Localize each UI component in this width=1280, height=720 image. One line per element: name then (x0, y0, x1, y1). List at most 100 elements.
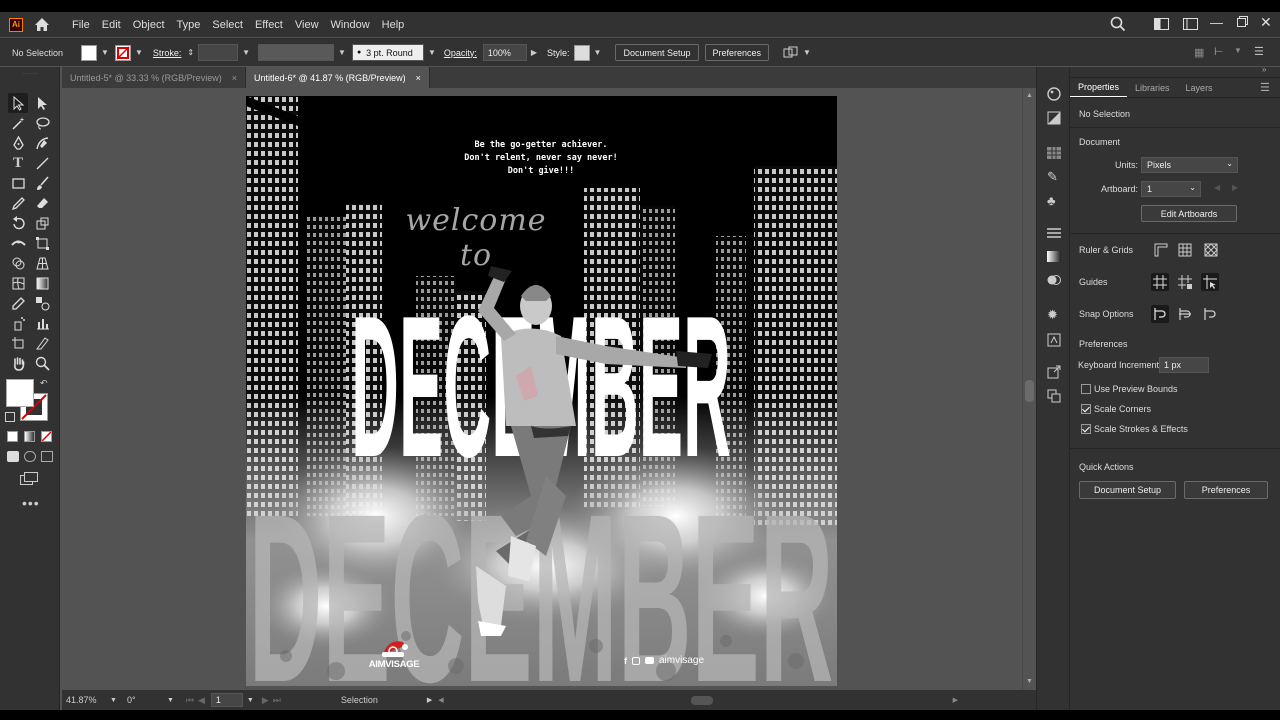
draw-inside-icon[interactable] (41, 451, 53, 462)
workspace-icon[interactable] (1183, 18, 1198, 33)
artboard-dropdown[interactable]: 1 ⌄ (1141, 181, 1201, 197)
opacity-label[interactable]: Opacity: (444, 48, 477, 58)
last-artboard-icon[interactable]: ⏭ (273, 695, 281, 706)
chevron-down-icon[interactable]: ▼ (594, 48, 602, 57)
close-window-icon[interactable]: ✕ (1260, 14, 1272, 31)
gradient-mode-icon[interactable] (24, 431, 35, 442)
none-mode-icon[interactable] (41, 431, 52, 442)
menu-window[interactable]: Window (325, 19, 376, 31)
artboard-number[interactable]: 1 (210, 693, 243, 707)
scroll-left-icon[interactable]: ◀ (438, 696, 443, 704)
stroke-panel-icon[interactable] (1047, 227, 1061, 242)
export-icon[interactable] (1047, 365, 1061, 382)
blend-tool-icon[interactable] (32, 293, 52, 313)
stroke-label[interactable]: Stroke: (153, 48, 182, 58)
chevron-down-icon[interactable]: ▼ (167, 697, 174, 704)
quick-document-setup-button[interactable]: Document Setup (1079, 481, 1176, 499)
eyedropper-tool-icon[interactable] (8, 293, 28, 313)
appearance-icon[interactable]: ✹ (1047, 307, 1058, 323)
rectangle-tool-icon[interactable] (8, 173, 28, 193)
chevron-down-icon[interactable]: ▼ (428, 48, 436, 57)
chevron-right-icon[interactable]: ▶ (531, 48, 537, 57)
scroll-up-icon[interactable]: ▲ (1026, 92, 1033, 99)
perspective-grid-tool-icon[interactable] (32, 253, 52, 273)
direct-selection-tool-icon[interactable] (32, 93, 52, 113)
first-artboard-icon[interactable]: ⏮ (186, 695, 194, 706)
variable-width-profile[interactable] (258, 44, 335, 61)
chevron-down-icon[interactable]: ▼ (101, 48, 109, 57)
draw-normal-icon[interactable] (7, 451, 19, 462)
next-artboard-icon[interactable]: ▶ (1232, 183, 1238, 192)
chevron-right-icon[interactable]: ▶ (427, 696, 432, 704)
chevron-down-icon[interactable]: ▼ (135, 48, 143, 57)
smart-guides-icon[interactable] (1201, 273, 1219, 291)
vertical-scrollbar[interactable]: ▲ ▼ (1022, 88, 1036, 690)
eraser-tool-icon[interactable] (32, 193, 52, 213)
previous-artboard-icon[interactable]: ◀ (198, 695, 205, 706)
color-mode-icon[interactable] (7, 431, 18, 442)
collapse-panel-icon[interactable]: » (1262, 65, 1266, 74)
tab-libraries[interactable]: Libraries (1127, 78, 1178, 97)
edit-artboards-button[interactable]: Edit Artboards (1141, 205, 1237, 222)
symbols-icon[interactable]: ♣ (1047, 193, 1056, 208)
chevron-down-icon[interactable]: ▼ (1234, 46, 1242, 55)
tab-properties[interactable]: Properties (1070, 78, 1128, 97)
menu-help[interactable]: Help (376, 19, 411, 31)
transparency-grid-icon[interactable] (1202, 241, 1220, 259)
panel-menu-icon[interactable]: ☰ (1260, 81, 1270, 94)
close-icon[interactable]: × (232, 73, 237, 83)
scrollbar-thumb[interactable] (1025, 380, 1034, 402)
stepper-icon[interactable]: ⇕ (187, 48, 194, 57)
tab-untitled-6[interactable]: Untitled-6* @ 41.87 % (RGB/Preview) × (245, 67, 430, 88)
scale-tool-icon[interactable] (32, 213, 52, 233)
artboards-panel-icon[interactable] (1047, 389, 1061, 406)
brush-definition[interactable]: ● 3 pt. Round (351, 44, 424, 61)
graphic-style-swatch[interactable] (573, 44, 590, 61)
paintbrush-tool-icon[interactable] (32, 173, 52, 193)
symbol-sprayer-tool-icon[interactable] (8, 313, 28, 333)
tab-untitled-5[interactable]: Untitled-5* @ 33.33 % (RGB/Preview) × (62, 67, 246, 88)
snap-to-grid-icon[interactable] (1176, 305, 1194, 323)
restore-icon[interactable] (1237, 16, 1248, 30)
next-artboard-icon[interactable]: ▶ (262, 695, 269, 706)
gradient-panel-icon[interactable] (1047, 251, 1061, 262)
align-icon[interactable]: ▦ (1194, 46, 1204, 59)
default-colors-icon[interactable] (5, 412, 15, 422)
column-graph-tool-icon[interactable] (32, 313, 52, 333)
shape-builder-tool-icon[interactable] (8, 253, 28, 273)
color-guide-icon[interactable] (1047, 111, 1061, 128)
transparency-icon[interactable] (1047, 273, 1061, 290)
zoom-tool-icon[interactable] (32, 353, 52, 373)
gradient-tool-icon[interactable] (32, 273, 52, 293)
stroke-swatch[interactable] (114, 44, 131, 61)
scroll-right-icon[interactable]: ▶ (953, 696, 958, 704)
grip-icon[interactable]: ...... (8, 70, 52, 76)
type-tool-icon[interactable]: T (8, 153, 28, 173)
preferences-button[interactable]: Preferences (704, 44, 770, 61)
pen-tool-icon[interactable] (8, 133, 28, 153)
chevron-down-icon[interactable]: ▼ (247, 697, 254, 704)
artboard-tool-icon[interactable] (8, 333, 28, 353)
chevron-down-icon[interactable]: ▼ (338, 48, 346, 57)
menu-select[interactable]: Select (206, 19, 249, 31)
swap-colors-icon[interactable]: ↶ (40, 378, 48, 389)
draw-behind-icon[interactable] (24, 451, 36, 462)
chevron-down-icon[interactable]: ▼ (110, 697, 117, 704)
menu-effect[interactable]: Effect (249, 19, 289, 31)
minimize-icon[interactable]: — (1210, 15, 1223, 30)
lock-guides-icon[interactable] (1176, 273, 1194, 291)
mesh-tool-icon[interactable] (8, 273, 28, 293)
shaper-tool-icon[interactable] (8, 193, 28, 213)
selection-tool-icon[interactable] (8, 93, 28, 113)
magic-wand-tool-icon[interactable] (8, 113, 28, 133)
menu-view[interactable]: View (289, 19, 325, 31)
keyboard-increment-field[interactable]: 1 px (1159, 357, 1209, 373)
scale-corners-checkbox[interactable] (1081, 404, 1091, 414)
search-icon[interactable] (1110, 16, 1126, 35)
zoom-level[interactable]: 41.87% (66, 695, 106, 705)
lasso-tool-icon[interactable] (32, 113, 52, 133)
menu-file[interactable]: File (66, 19, 96, 31)
home-icon[interactable] (33, 16, 51, 34)
scale-strokes-checkbox[interactable] (1081, 424, 1091, 434)
rulers-icon[interactable] (1152, 241, 1170, 259)
